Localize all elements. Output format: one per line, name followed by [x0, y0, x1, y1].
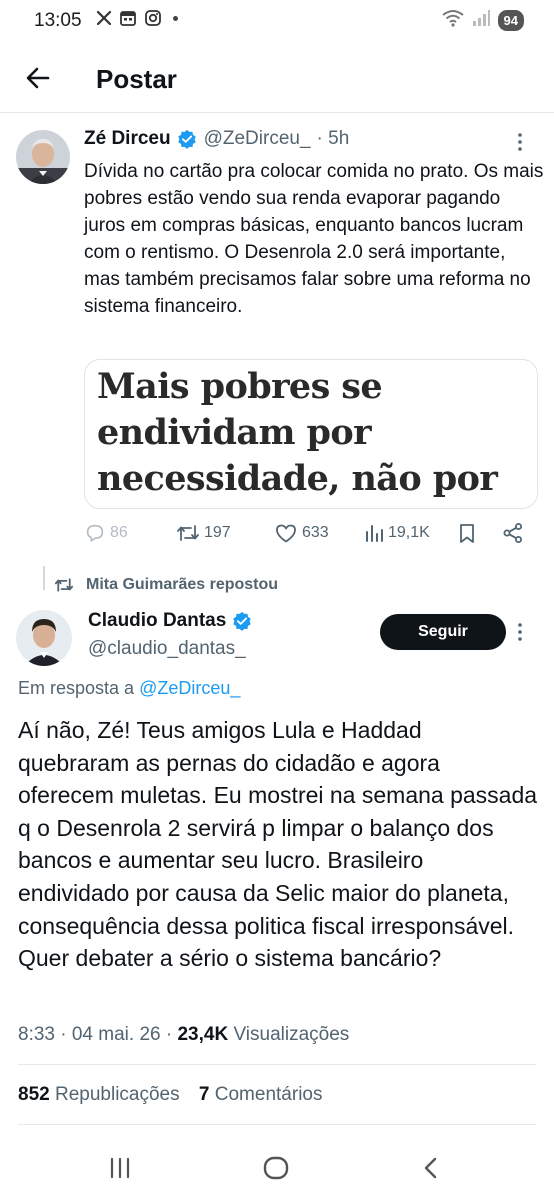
tweet-actions: 86 197 633 19,1K	[84, 522, 534, 554]
x-app-icon	[96, 10, 112, 26]
avatar[interactable]	[16, 610, 72, 666]
profile-photo-claudio	[16, 610, 72, 666]
page-title: Postar	[96, 64, 177, 94]
reply-meta: 8:33 · 04 mai. 26 · 23,4K Visualizações	[18, 1024, 349, 1046]
link-card[interactable]: Mais pobres se endividam por necessidade…	[84, 359, 538, 509]
bottom-divider	[18, 1124, 536, 1125]
verified-badge-icon	[233, 611, 252, 631]
calendar-icon	[119, 9, 137, 27]
share-button[interactable]	[502, 522, 524, 544]
status-notification-icons	[96, 9, 178, 27]
arrow-left-icon	[26, 67, 50, 89]
repost-banner-label: Mita Guimarães repostou	[86, 576, 279, 593]
reply-icon	[86, 524, 104, 542]
bookmark-icon	[460, 524, 474, 543]
views-count: 19,1K	[388, 524, 430, 541]
comments-label: Comentários	[214, 1084, 323, 1105]
more-notifications-dot-icon	[173, 15, 178, 21]
battery-indicator: 94	[497, 10, 524, 31]
reply-views-count: 23,4K	[177, 1024, 229, 1045]
tweet-header: Zé Dirceu @ZeDirceu_ · 5h	[84, 128, 349, 150]
thread-connector	[43, 566, 45, 590]
reposts-count: 852	[18, 1084, 50, 1105]
heart-icon	[276, 524, 296, 543]
repost-button[interactable]: 197	[176, 522, 231, 544]
reply-author-name[interactable]: Claudio Dantas	[88, 610, 226, 632]
repost-count: 197	[204, 524, 231, 541]
recent-apps-icon	[110, 1157, 130, 1179]
bookmark-button[interactable]	[456, 522, 478, 544]
avatar[interactable]	[16, 130, 70, 184]
author-handle[interactable]: @ZeDirceu_	[204, 128, 311, 150]
author-name[interactable]: Zé Dirceu	[84, 128, 171, 150]
recent-apps-button[interactable]	[108, 1156, 132, 1185]
share-icon	[503, 523, 522, 543]
verified-badge-icon	[177, 129, 196, 149]
stats-divider	[18, 1064, 536, 1065]
repost-icon	[54, 578, 74, 592]
status-time: 13:05	[34, 10, 82, 31]
repost-banner[interactable]: Mita Guimarães repostou	[54, 576, 278, 594]
header-divider	[0, 112, 554, 113]
more-options-button[interactable]	[508, 620, 532, 644]
reply-views-label: Visualizações	[233, 1024, 350, 1045]
wifi-icon	[441, 9, 464, 32]
like-count: 633	[302, 524, 329, 541]
status-system-icons: 94	[441, 9, 524, 32]
reply-author-row: Claudio Dantas	[88, 610, 259, 632]
instagram-icon	[144, 9, 162, 27]
home-icon	[263, 1156, 289, 1180]
more-vertical-icon	[518, 623, 522, 641]
views-chart-icon	[366, 525, 383, 542]
back-chevron-icon	[424, 1157, 437, 1179]
reply-context: Em resposta a @ZeDirceu_	[18, 678, 240, 699]
views-button[interactable]: 19,1K	[364, 522, 430, 544]
reply-stats: 852 Republicações 7 Comentários	[18, 1084, 322, 1106]
back-button[interactable]	[20, 60, 56, 96]
home-button[interactable]	[263, 1156, 289, 1185]
reply-timestamp: 8:33 · 04 mai. 26 ·	[18, 1024, 173, 1045]
reposts-label: Republicações	[54, 1084, 180, 1105]
tweet-time: · 5h	[316, 128, 350, 149]
reply-text: Aí não, Zé! Teus amigos Lula e Haddad qu…	[18, 717, 538, 972]
card-headline: Mais pobres se endividam por necessidade…	[97, 366, 498, 508]
reply-prefix: Em resposta a	[18, 678, 135, 698]
top-app-bar: Postar	[0, 48, 554, 112]
reply-button[interactable]: 86	[84, 522, 128, 544]
system-navigation-bar	[0, 1140, 554, 1200]
comments-count: 7	[198, 1084, 210, 1105]
reply-author-handle[interactable]: @claudio_dantas_	[88, 638, 246, 660]
reposts-stat[interactable]: 852 Republicações	[18, 1084, 180, 1105]
back-nav-button[interactable]	[420, 1156, 442, 1185]
follow-button[interactable]: Seguir	[380, 614, 506, 650]
comments-stat[interactable]: 7 Comentários	[199, 1084, 323, 1105]
reply-count: 86	[110, 524, 128, 541]
more-options-button[interactable]	[508, 130, 532, 154]
like-button[interactable]: 633	[274, 522, 329, 544]
signal-icon	[472, 9, 490, 32]
status-bar: 13:05 94	[0, 0, 554, 44]
more-vertical-icon	[518, 133, 522, 151]
tweet-text: Dívida no cartão pra colocar comida no p…	[84, 161, 544, 317]
reply-target-link[interactable]: @ZeDirceu_	[139, 678, 240, 698]
repost-icon	[177, 525, 199, 541]
profile-photo-zedirceu	[16, 130, 70, 184]
